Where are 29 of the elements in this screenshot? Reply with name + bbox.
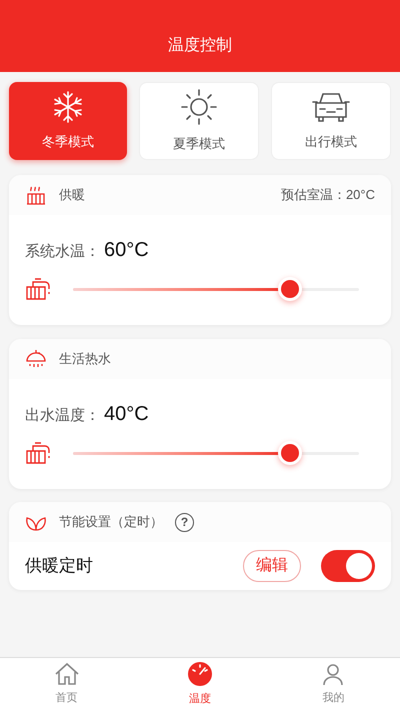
gauge-icon — [186, 661, 213, 688]
home-icon — [54, 662, 80, 686]
radiator-icon — [25, 185, 47, 205]
mode-button[interactable]: 出行模式 — [271, 82, 391, 160]
temperature-slider[interactable] — [73, 441, 359, 465]
section-title: 生活热水 — [59, 350, 111, 368]
page-title: 温度控制 — [168, 36, 232, 56]
edit-button[interactable]: 编辑 — [243, 550, 301, 582]
car-icon — [311, 90, 351, 124]
temperature-label: 系统水温： — [25, 242, 100, 262]
temperature-slider[interactable] — [73, 277, 359, 301]
section-title: 供暖 — [59, 186, 85, 204]
help-button[interactable]: ? — [175, 512, 194, 532]
estimated-room-temperature: 预估室温：20°C — [280, 186, 375, 204]
temperature-value: 60°C — [104, 238, 149, 263]
timer-label: 供暖定时 — [25, 555, 93, 578]
section-title: 节能设置（定时） — [59, 513, 163, 532]
temperature-label: 出水温度： — [25, 406, 100, 426]
toggle-switch[interactable] — [321, 550, 375, 582]
snowflake-icon — [51, 90, 85, 124]
nav-tab[interactable]: 首页 — [0, 658, 134, 711]
shower-icon — [25, 349, 47, 369]
nav-tab[interactable]: 我的 — [266, 658, 400, 711]
sun-icon — [180, 88, 218, 126]
user-icon — [321, 662, 346, 686]
mode-button[interactable]: 夏季模式 — [139, 82, 259, 160]
mode-button[interactable]: 冬季模式 — [9, 82, 127, 160]
nav-tab[interactable]: 温度 — [133, 658, 267, 711]
temperature-value: 40°C — [104, 402, 149, 427]
